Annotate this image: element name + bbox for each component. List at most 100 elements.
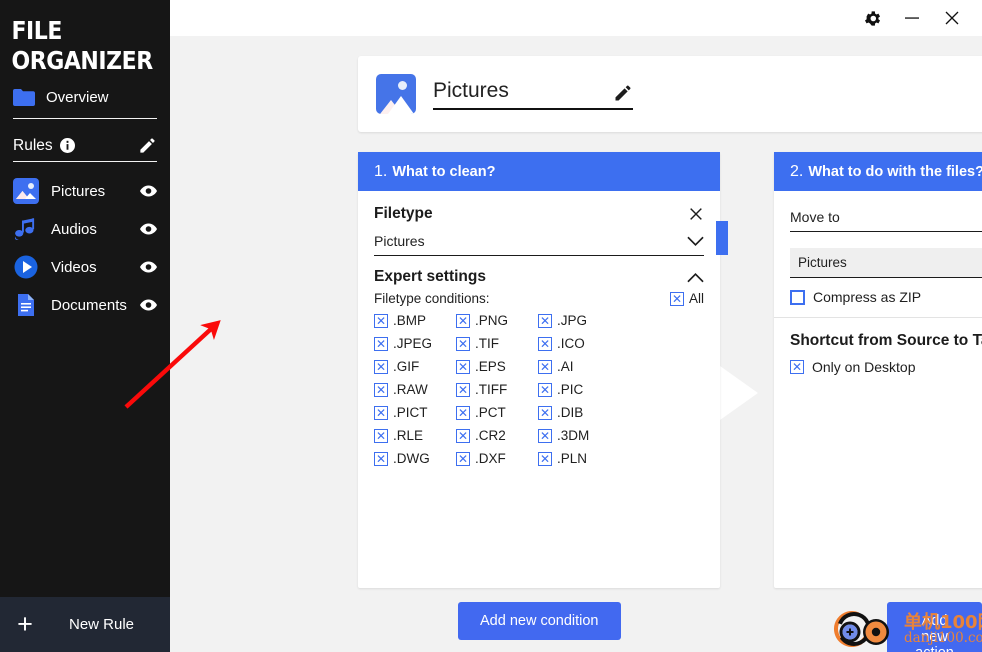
extension-checkbox[interactable]: ✕ .CR2	[456, 428, 538, 443]
shortcut-title: Shortcut from Source to Target	[790, 332, 982, 349]
checkbox-box: ✕	[374, 382, 388, 397]
scrollbar-thumb[interactable]	[716, 221, 728, 255]
extension-checkbox[interactable]: ✕ .RLE	[374, 428, 456, 443]
main-area: Pictures 1. What to clean? Filetype Pict…	[170, 0, 982, 652]
compress-zip-label: Compress as ZIP	[813, 289, 922, 305]
page-title: Pictures	[433, 78, 509, 102]
target-path-row: Pictures	[790, 248, 982, 278]
eye-icon[interactable]	[140, 223, 157, 235]
new-rule-button[interactable]: + New Rule	[0, 597, 170, 652]
extension-checkbox[interactable]: ✕ .AI	[538, 359, 620, 374]
brand-line-2: ORGANIZER	[11, 46, 153, 75]
extension-label: .GIF	[393, 359, 420, 374]
extension-checkbox[interactable]: ✕ .DXF	[456, 451, 538, 466]
checkbox-box	[790, 289, 805, 305]
add-new-condition-button[interactable]: Add new condition	[458, 602, 621, 640]
sidebar-item-documents[interactable]: Documents	[0, 286, 170, 324]
plus-icon: +	[17, 609, 33, 639]
extension-checkbox[interactable]: ✕ .PICT	[374, 405, 456, 420]
extension-checkbox[interactable]: ✕ .ICO	[538, 336, 620, 351]
sidebar-item-audios[interactable]: Audios	[0, 210, 170, 248]
extension-checkbox[interactable]: ✕ .EPS	[456, 359, 538, 374]
extension-label: .DWG	[393, 451, 430, 466]
sidebar-divider-1	[13, 118, 157, 119]
filetype-select[interactable]: Pictures	[374, 229, 704, 256]
extension-checkbox[interactable]: ✕ .PNG	[456, 313, 538, 328]
extension-label: .DXF	[475, 451, 506, 466]
filetype-conditions-label: Filetype conditions:	[374, 291, 490, 306]
select-all-checkbox[interactable]: ✕ All	[669, 291, 704, 306]
eye-icon[interactable]	[140, 261, 157, 273]
target-path-value[interactable]: Pictures	[790, 248, 982, 277]
sidebar-divider-2	[13, 161, 157, 162]
checkbox-box: ✕	[456, 382, 470, 397]
condition-scrollbar[interactable]	[716, 221, 728, 421]
checkbox-box: ✕	[790, 360, 804, 374]
extension-label: .DIB	[557, 405, 584, 420]
sidebar-item-videos[interactable]: Videos	[0, 248, 170, 286]
condition-panel: 1. What to clean? Filetype Pictures Expe…	[358, 152, 728, 588]
folder-icon	[13, 88, 35, 106]
extension-label: .PNG	[475, 313, 509, 328]
close-icon	[943, 9, 961, 27]
info-icon[interactable]	[59, 138, 75, 153]
window-titlebar	[170, 0, 982, 36]
rule-name-field[interactable]: Pictures	[433, 79, 633, 110]
edit-rules-pencil-icon[interactable]	[138, 136, 157, 155]
eye-icon[interactable]	[140, 185, 157, 197]
only-on-desktop-checkbox[interactable]: ✕ Only on Desktop	[790, 359, 982, 385]
extension-checkbox[interactable]: ✕ .BMP	[374, 313, 456, 328]
eye-icon[interactable]	[140, 299, 157, 311]
minimize-button[interactable]	[892, 3, 932, 33]
sidebar-item-label: Documents	[51, 296, 127, 314]
checkbox-box: ✕	[538, 451, 552, 466]
checkbox-box: ✕	[374, 428, 388, 443]
checkbox-box: ✕	[669, 291, 684, 306]
compress-zip-checkbox[interactable]: Compress as ZIP	[790, 278, 982, 317]
extension-checkbox[interactable]: ✕ .PLN	[538, 451, 620, 466]
close-button[interactable]	[932, 3, 972, 33]
step-number: 1.	[374, 162, 388, 180]
checkbox-box: ✕	[538, 313, 552, 328]
new-rule-label: New Rule	[69, 616, 135, 633]
chevron-up-icon	[687, 272, 704, 283]
extension-checkbox[interactable]: ✕ .TIF	[456, 336, 538, 351]
remove-condition-close-icon[interactable]	[688, 206, 704, 222]
extension-label: .TIF	[475, 336, 499, 351]
extension-checkbox[interactable]: ✕ .PCT	[456, 405, 538, 420]
expert-settings-label: Expert settings	[374, 268, 486, 285]
extension-label: .RAW	[393, 382, 428, 397]
image-icon	[13, 178, 39, 204]
extension-checkbox[interactable]: ✕ .JPEG	[374, 336, 456, 351]
checkbox-box: ✕	[374, 451, 388, 466]
step-number: 2.	[790, 162, 804, 180]
extension-checkbox[interactable]: ✕ .3DM	[538, 428, 620, 443]
sidebar-item-overview[interactable]: Overview	[0, 76, 170, 112]
extension-checkbox[interactable]: ✕ .PIC	[538, 382, 620, 397]
extension-checkbox[interactable]: ✕ .GIF	[374, 359, 456, 374]
sidebar-item-label: Videos	[51, 258, 97, 276]
watermark: 单机100网 danji100.com	[832, 608, 982, 652]
select-all-label: All	[688, 291, 704, 306]
extension-checkbox[interactable]: ✕ .RAW	[374, 382, 456, 397]
extension-label: .PLN	[557, 451, 588, 466]
brand-line-1: FILE	[11, 16, 62, 45]
extension-label: .EPS	[475, 359, 506, 374]
extension-checkbox[interactable]: ✕ .JPG	[538, 313, 620, 328]
edit-rule-name-pencil-icon[interactable]	[613, 83, 633, 103]
sidebar-item-label: Audios	[51, 220, 97, 238]
sidebar-item-pictures[interactable]: Pictures	[0, 172, 170, 210]
checkbox-box: ✕	[538, 428, 552, 443]
checkbox-box: ✕	[538, 359, 552, 374]
app-logo: FILE ORGANIZER	[0, 0, 153, 76]
action-type-select[interactable]: Move to	[790, 203, 982, 232]
checkbox-box: ✕	[456, 336, 470, 351]
extension-checkbox[interactable]: ✕ .DWG	[374, 451, 456, 466]
extension-label: .BMP	[393, 313, 427, 328]
settings-button[interactable]	[852, 3, 892, 33]
only-on-desktop-label: Only on Desktop	[812, 359, 916, 375]
expert-settings-toggle[interactable]: Expert settings	[374, 256, 704, 291]
extension-checkbox[interactable]: ✕ .DIB	[538, 405, 620, 420]
extension-checkbox[interactable]: ✕ .TIFF	[456, 382, 538, 397]
extension-label: .JPEG	[393, 336, 433, 351]
